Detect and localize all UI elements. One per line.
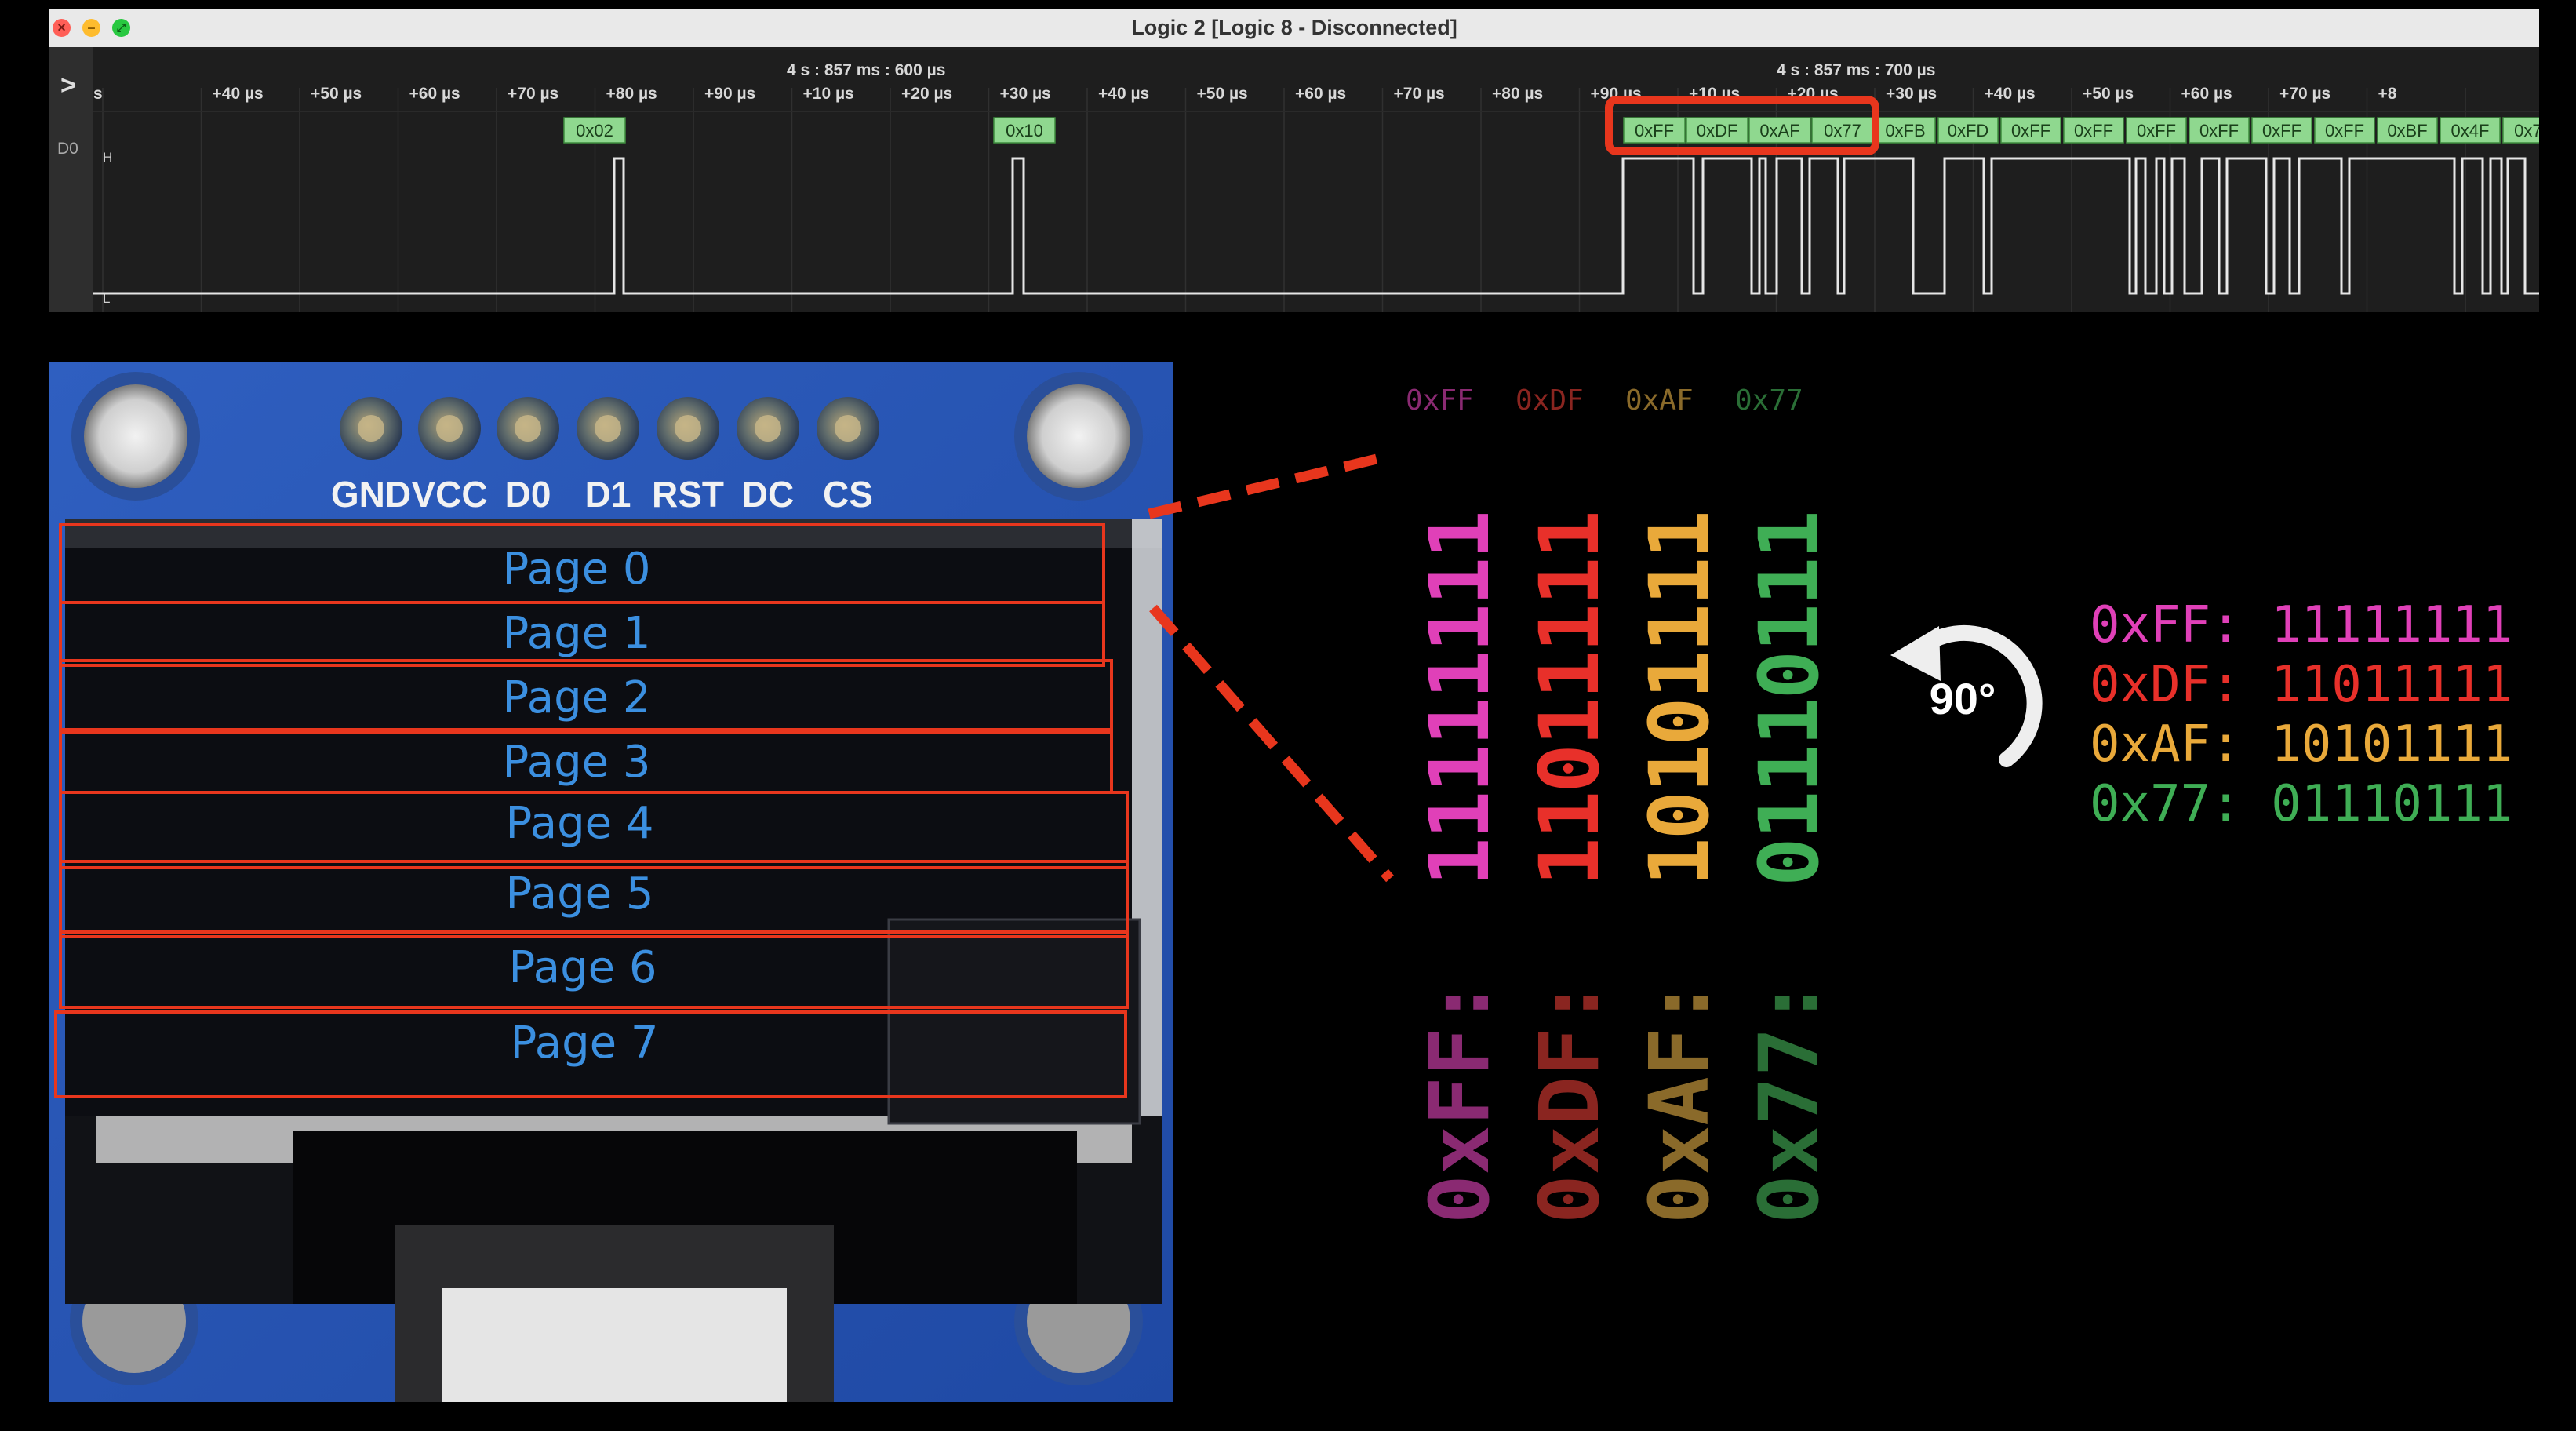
legend-row-2: 0xAF: 10101111 [2090,716,2512,774]
callout-line-bottom [1149,604,1394,883]
legend-hex-2: 0xAF: [2090,716,2241,774]
byte-header-0: 0xFF [1406,384,1474,417]
legend-bin-3: 01110111 [2271,775,2513,833]
legend-bin-0: 11111111 [2271,596,2513,654]
rotate-90-arrow-icon: 90° [1890,624,2043,767]
rotated-bits-1: 11011111 [1522,512,1617,887]
byte-header-1: 0xDF [1515,384,1584,417]
legend-row-0: 0xFF: 11111111 [2090,596,2512,654]
byte-headers: 0xFF 0xDF 0xAF 0x77 [1396,384,1820,431]
rotated-hex-3: 0x77: [1741,978,1837,1224]
rotated-bits-0: 11111111 [1412,512,1508,887]
rotated-bits-2: 10101111 [1632,512,1727,887]
legend-hex-1: 0xDF: [2090,656,2241,714]
byte-header-3: 0x77 [1735,384,1803,417]
rotated-bits-3: 01110111 [1741,512,1837,887]
callout-line-top [1148,453,1378,519]
legend-hex-3: 0x77: [2090,775,2241,833]
rotation-label: 90° [1930,674,1996,723]
legend-row-1: 0xDF: 11011111 [2090,656,2512,714]
legend-row-3: 0x77: 01110111 [2090,775,2512,833]
legend-bin-2: 10101111 [2271,716,2513,774]
byte-header-2: 0xAF [1625,384,1694,417]
legend-hex-0: 0xFF: [2090,596,2241,654]
rotated-hex-1: 0xDF: [1522,978,1617,1224]
rotated-hex-0: 0xFF: [1412,978,1508,1224]
rotated-hex-2: 0xAF: [1632,978,1727,1224]
legend-bin-1: 11011111 [2271,656,2513,714]
